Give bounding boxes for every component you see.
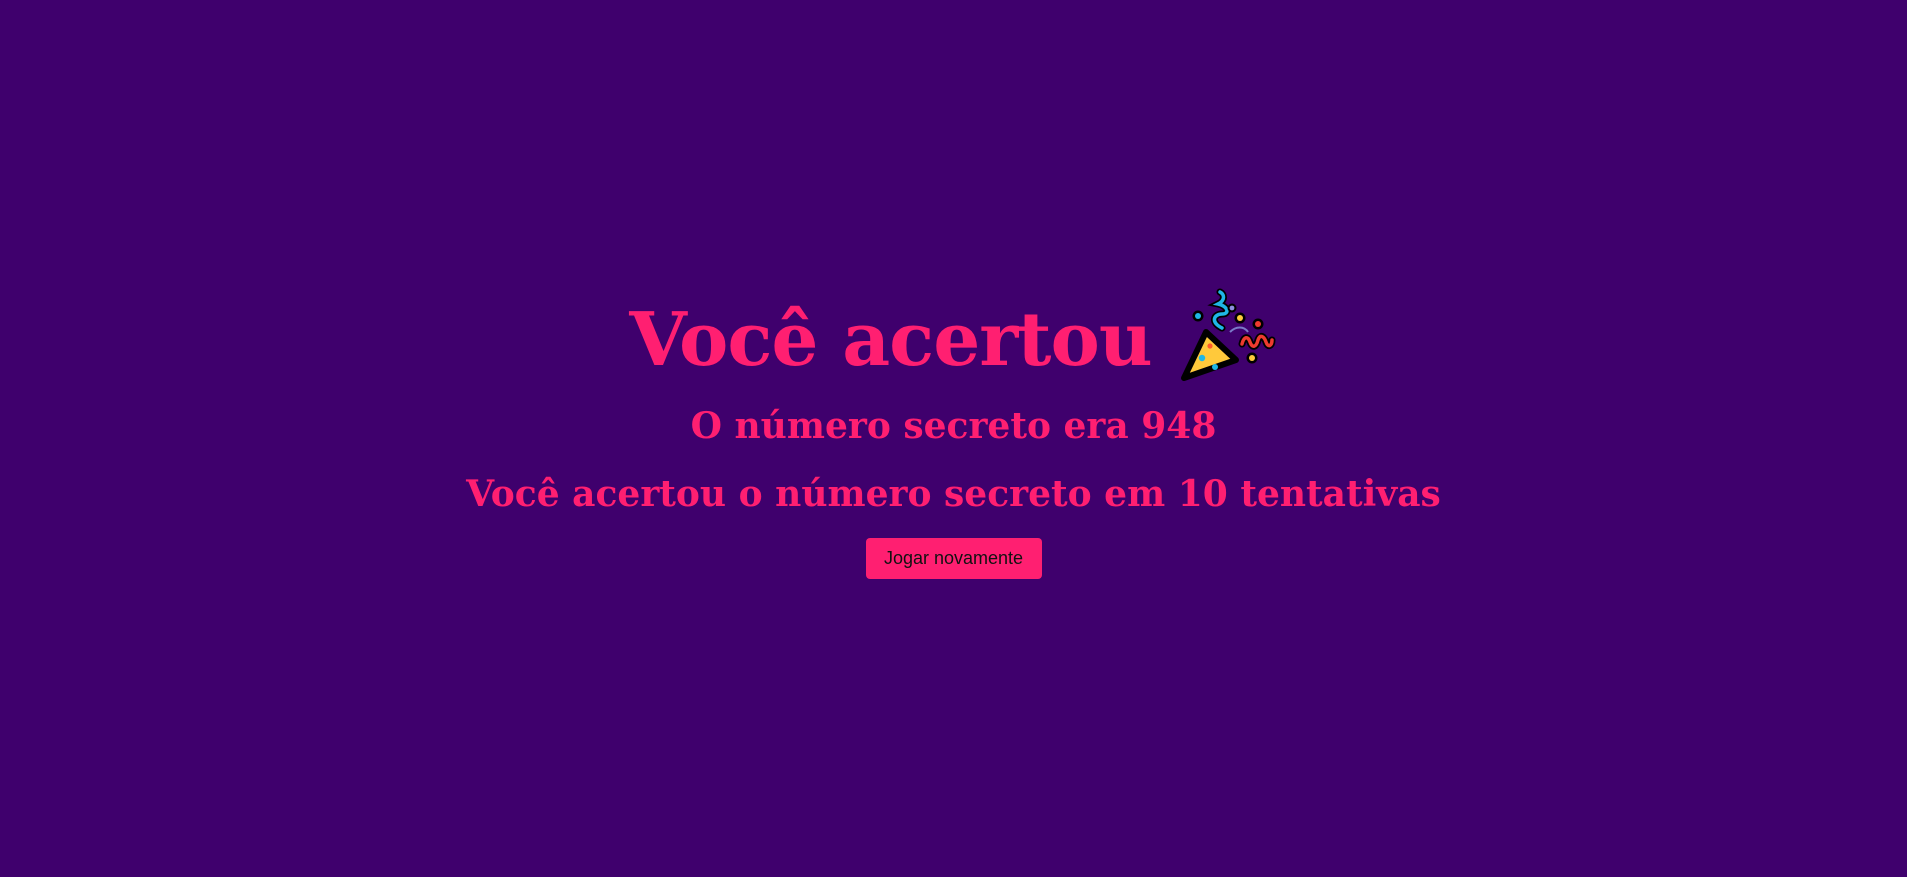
attempts-text: Você acertou o número secreto em 10 tent… [466,473,1441,515]
title-row: Você acertou [629,288,1277,392]
result-panel: Você acertou O número secreto era 948 Vo… [0,288,1907,579]
game-result-screen: Você acertou O número secreto era 948 Vo… [0,0,1907,877]
play-again-button[interactable]: Jogar novamente [865,538,1042,579]
party-popper-icon [1180,288,1276,381]
secret-number-text: O número secreto era 948 [690,405,1217,447]
result-title: Você acertou [629,297,1152,383]
